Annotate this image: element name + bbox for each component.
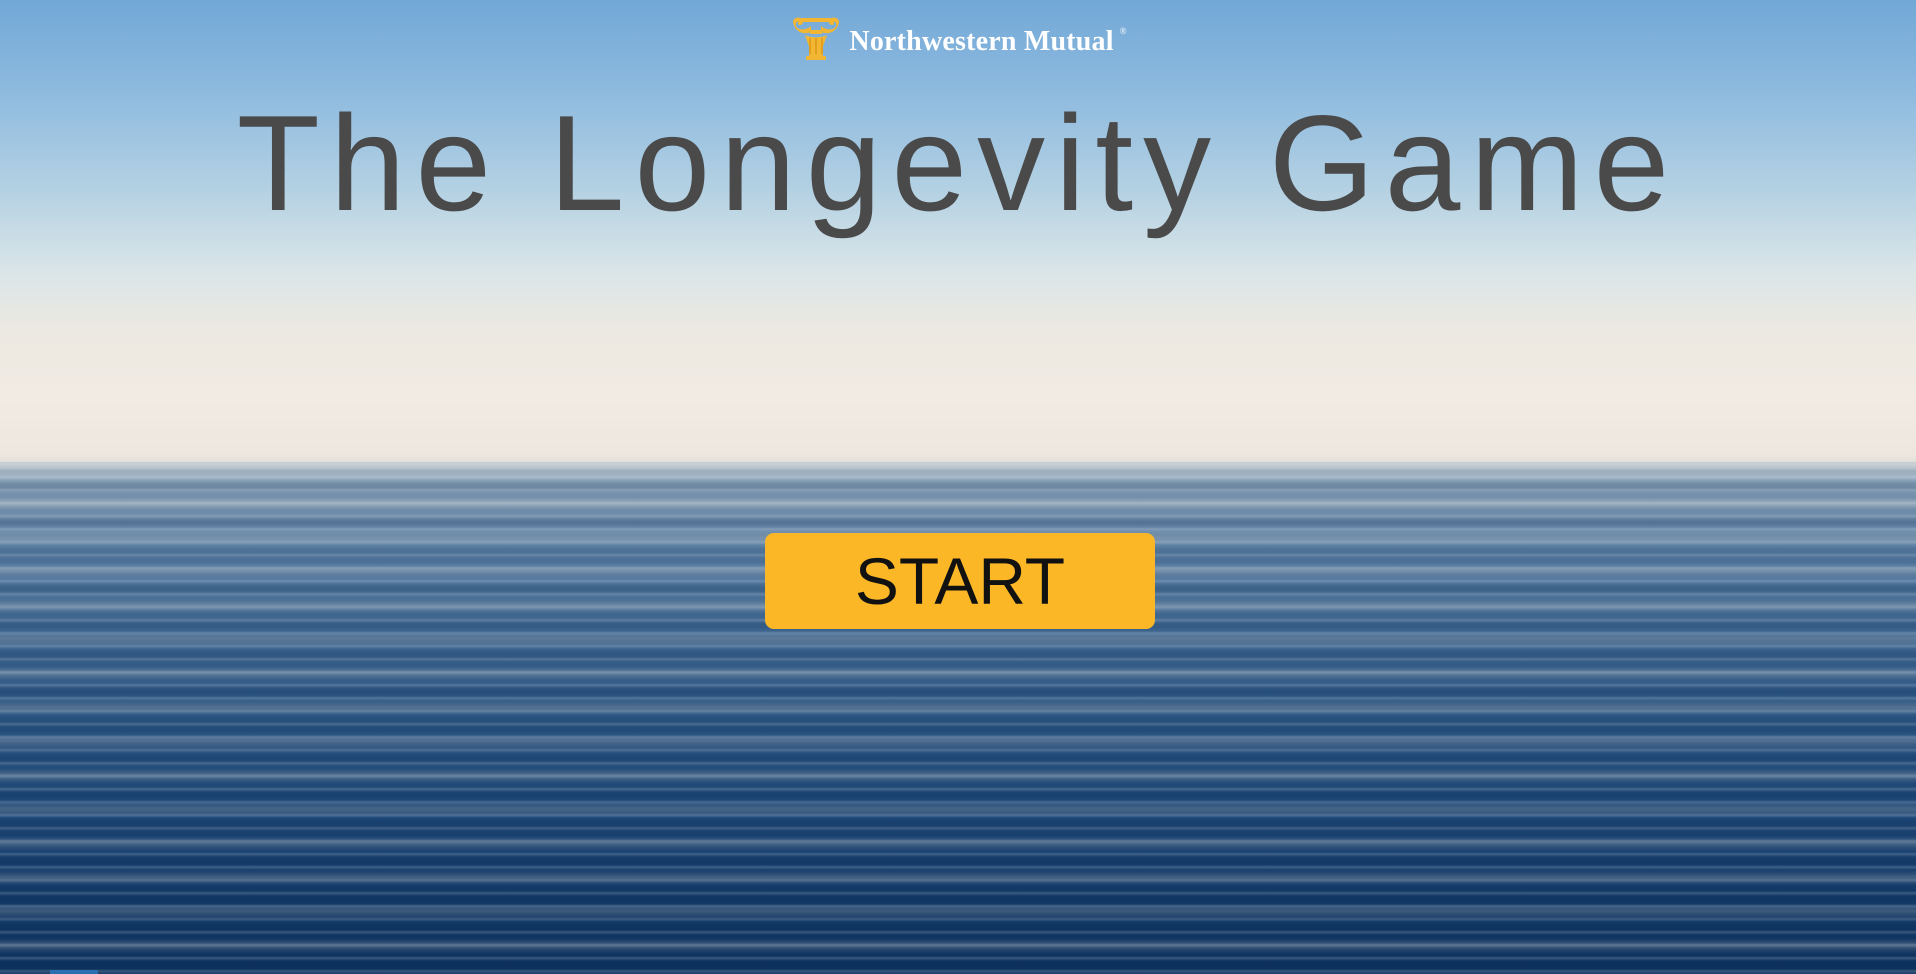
horizon-line (0, 455, 1916, 471)
registered-trademark: ® (1119, 26, 1127, 36)
corner-indicator (50, 970, 98, 974)
game-title: The Longevity Game (236, 87, 1680, 239)
capital-column-icon (793, 17, 840, 60)
brand-name: Northwestern Mutual (849, 26, 1114, 57)
start-button[interactable]: START (765, 533, 1155, 629)
brand-logo: Northwestern Mutual ® (0, 16, 1916, 62)
